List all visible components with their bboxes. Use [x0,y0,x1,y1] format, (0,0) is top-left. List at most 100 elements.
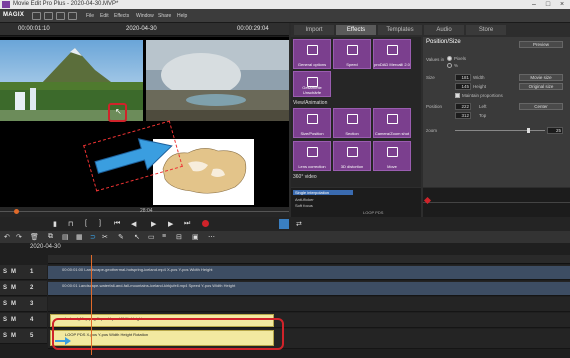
center-button[interactable]: Center [519,103,563,110]
track-header-3[interactable]: SM3 [0,297,47,312]
clip-hotspring[interactable]: 00:00:01:00 Landscape-geothermal-hotspri… [48,266,570,279]
split-icon[interactable]: ⊓ [68,220,73,228]
tab-audio[interactable]: Audio [424,25,464,35]
percent-label: % [454,63,459,68]
rewind-icon[interactable]: ◀ [131,220,136,228]
timeline-ruler[interactable] [48,255,570,264]
clip-waterfall[interactable]: 00:00:01 Landscape-waterfall-and-fall-mo… [48,282,570,295]
menu-share[interactable]: Share [158,13,171,19]
record-icon[interactable] [202,220,209,227]
movie-size-button[interactable]: Movie size [519,74,563,81]
zoom-field[interactable]: 25 [547,127,563,134]
effect-blur[interactable]: Gesammte Unschärfe [293,71,331,97]
menu-window[interactable]: Window [136,13,154,19]
maximize-icon[interactable]: □ [541,0,555,9]
timecode-right[interactable]: 00:00:29:04 [237,26,269,32]
menu-help[interactable]: Help [177,13,187,19]
magix-logo: MAGIX [3,12,25,18]
mark-in-icon[interactable]: [ [85,220,87,227]
options-icon[interactable]: ⋯ [208,233,215,241]
link-icon[interactable]: ⊃ [90,233,96,241]
effect-lens-correction[interactable]: Lens correction [293,141,331,171]
menu-file[interactable]: File [86,13,94,19]
next-frame-icon[interactable]: ⏭ [184,220,190,228]
cut-tool-icon[interactable]: ✂ [102,233,108,241]
tab-templates[interactable]: Templates [378,25,422,35]
playhead[interactable] [91,255,92,355]
app-logo-icon [2,1,10,8]
scrub-time: 28:04 [140,208,153,214]
keyframe-item-3[interactable]: Soft focus [295,203,313,208]
effect-mercalli[interactable]: proDAD Mercalli 2.0 [373,39,411,69]
scrub-handle[interactable] [14,209,19,214]
effect-general-options[interactable]: General options [293,39,331,69]
width-field[interactable]: 181 [455,74,471,81]
cut-icon[interactable]: ▮ [53,220,57,228]
timecode-left[interactable]: 00:00:01:10 [18,26,50,32]
menu-effects[interactable]: Effects [114,13,129,19]
view-icon[interactable]: ▣ [192,233,199,241]
date-label[interactable]: 2020-04-30 [126,26,157,32]
video-viewer[interactable]: ↖ [0,37,289,207]
track-header-5[interactable]: SM5 [0,329,47,344]
preview-monitor: 00:00:01:10 2020-04-30 00:00:29:04 ↖ 28:… [0,23,289,217]
pointer-icon[interactable]: ↖ [134,233,140,241]
tab-store[interactable]: Store [466,25,506,35]
prev-frame-icon[interactable]: ⏮ [114,220,120,228]
effect-speed[interactable]: Speed [333,39,371,69]
export-icon[interactable] [68,12,77,20]
minimize-icon[interactable]: – [527,0,541,9]
track-icon[interactable]: ≡ [162,233,166,240]
track-header-1[interactable]: SM1 [0,265,47,280]
copy-icon[interactable]: ⧉ [48,233,53,241]
keyframe-item-2[interactable]: Anti-flicker [295,197,314,202]
tab-import[interactable]: Import [294,25,334,35]
effect-3d-distortion[interactable]: 3D distortion [333,141,371,171]
paste-icon[interactable]: ▤ [62,233,69,241]
effect-section[interactable]: Section [333,108,371,138]
size-label: Size [426,75,435,80]
mark-out-icon[interactable]: ] [99,220,101,227]
delete-icon[interactable]: 🗑 [30,233,39,241]
top-field[interactable]: 312 [455,112,471,119]
monitor-header: 00:00:01:10 2020-04-30 00:00:29:04 [0,23,289,36]
open-folder-icon[interactable] [44,12,53,20]
undo-icon[interactable]: ↶ [4,233,10,241]
keyframe-timeline[interactable] [423,188,570,217]
zoom-slider[interactable] [455,130,545,131]
play-icon[interactable]: ▶ [151,220,156,228]
track-lane-1[interactable]: 00:00:01:00 Landscape-geothermal-hotspri… [48,265,570,280]
effect-size-position[interactable]: Size/Position [293,108,331,138]
effect-move[interactable]: Move [373,141,411,171]
track-lane-3[interactable] [48,297,570,312]
mixer-icon[interactable]: ⊟ [176,233,182,241]
group-icon[interactable]: ▦ [76,233,83,241]
range-icon[interactable]: ▭ [148,233,155,241]
left-field[interactable]: 222 [455,103,471,110]
height-field[interactable]: 145 [455,83,471,90]
zoom-slider-handle[interactable] [527,128,530,133]
track-header-2[interactable]: SM2 [0,281,47,296]
slide-icon[interactable]: ⇄ [296,220,302,228]
original-size-button[interactable]: Original size [519,83,563,90]
pen-icon[interactable]: ✎ [118,233,124,241]
new-file-icon[interactable] [32,12,41,20]
maintain-checkbox[interactable] [455,93,460,98]
preview-button[interactable]: Preview [519,41,563,48]
timeline: 2020-04-30 00:00:28:04 SM1 00:00:01:00 L… [0,243,570,358]
track-header-4[interactable]: SM4 [0,313,47,328]
save-icon[interactable] [56,12,65,20]
redo-icon[interactable]: ↷ [16,233,22,241]
section-view-animation: View/Animation [293,100,328,106]
monitor-scrubber[interactable]: 28:04 [0,207,289,217]
keyframe-item-1[interactable]: Single interpolation [293,190,353,195]
menu-edit[interactable]: Edit [100,13,109,19]
forward-icon[interactable]: ▶ [168,220,173,228]
zoom-fit-icon[interactable] [279,219,289,229]
effect-camera-zoom[interactable]: Camera/Zoom shot [373,108,411,138]
radio-pixels[interactable] [447,56,452,61]
tab-effects[interactable]: Effects [336,25,376,35]
close-icon[interactable]: × [555,0,569,9]
track-lane-2[interactable]: 00:00:01 Landscape-waterfall-and-fall-mo… [48,281,570,296]
radio-percent[interactable] [447,63,452,68]
